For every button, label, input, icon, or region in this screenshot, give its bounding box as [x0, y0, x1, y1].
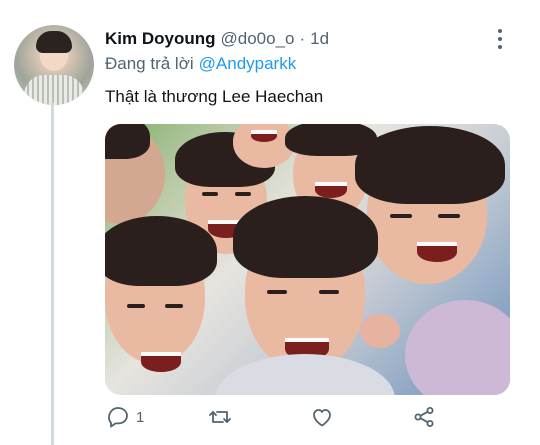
author-handle[interactable]: @do0o_o: [221, 29, 295, 49]
retweet-icon: [209, 411, 231, 423]
photo-shirt: [405, 300, 510, 395]
photo-mouth: [417, 242, 457, 262]
share-button[interactable]: [412, 405, 436, 429]
heart-icon: [313, 409, 331, 427]
photo-eye: [267, 290, 287, 294]
tweet-text: Thật là thương Lee Haechan: [105, 87, 324, 106]
author-name[interactable]: Kim Doyoung: [105, 29, 216, 49]
photo-eye: [127, 304, 145, 308]
photo-hand: [360, 314, 400, 348]
like-button[interactable]: [310, 405, 340, 429]
tweet-actions: 1: [0, 395, 540, 445]
more-options-icon[interactable]: [494, 29, 506, 49]
photo-hair: [105, 124, 150, 159]
reply-icon: [108, 407, 128, 428]
tweet-header: Kim Doyoung @do0o_o · 1d: [105, 29, 329, 51]
photo-hair: [233, 196, 378, 278]
avatar-shirt: [24, 75, 84, 105]
photo-mouth: [141, 352, 181, 372]
avatar-hair: [36, 31, 72, 53]
tweet[interactable]: Kim Doyoung @do0o_o · 1d Đang trả lời @An…: [0, 0, 540, 445]
photo-eye: [202, 192, 218, 196]
photo-hair: [105, 216, 217, 286]
tweet-timestamp[interactable]: 1d: [310, 29, 329, 49]
thread-line: [51, 103, 54, 445]
reply-count: 1: [136, 408, 145, 426]
mention-link[interactable]: @Andyparkk: [199, 54, 297, 73]
header-separator: ·: [299, 29, 306, 48]
retweet-button[interactable]: [208, 405, 238, 429]
photo-eye: [438, 214, 460, 218]
replying-to-label: Đang trả lời: [105, 54, 194, 73]
reply-button[interactable]: 1: [106, 405, 144, 429]
tweet-photo[interactable]: [105, 124, 510, 395]
photo-mouth: [251, 130, 277, 142]
photo-eye: [165, 304, 183, 308]
photo-eye: [235, 192, 251, 196]
photo-shirt: [215, 354, 395, 395]
share-icon: [414, 407, 434, 427]
avatar[interactable]: [14, 25, 94, 105]
photo-mouth: [315, 182, 347, 198]
replying-to: Đang trả lời @Andyparkk: [105, 54, 296, 74]
photo-eye: [319, 290, 339, 294]
photo-hair: [355, 126, 505, 204]
photo-eye: [390, 214, 412, 218]
